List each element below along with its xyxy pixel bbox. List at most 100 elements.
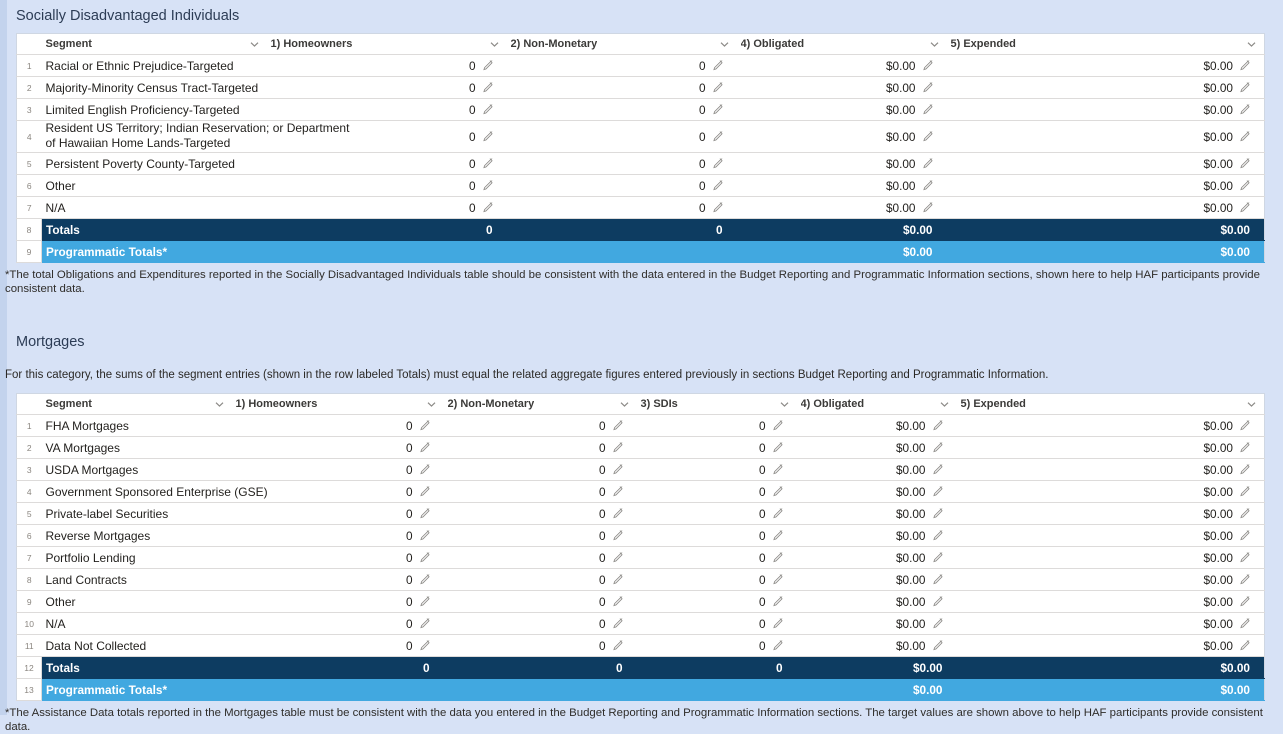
column-header-1-homeowners[interactable]: 1) Homeowners: [232, 394, 444, 415]
column-header-3-sdis[interactable]: 3) SDIs: [637, 394, 797, 415]
pencil-icon[interactable]: [1239, 508, 1250, 519]
pencil-icon[interactable]: [419, 552, 430, 563]
pencil-icon[interactable]: [772, 618, 783, 629]
cell-value: 0: [599, 507, 606, 521]
pencil-icon[interactable]: [712, 60, 723, 71]
pencil-icon[interactable]: [932, 442, 943, 453]
cell-value: $0.00: [896, 573, 926, 587]
pencil-icon[interactable]: [712, 180, 723, 191]
pencil-icon[interactable]: [482, 60, 493, 71]
pencil-icon[interactable]: [772, 574, 783, 585]
pencil-icon[interactable]: [1239, 82, 1250, 93]
pencil-icon[interactable]: [712, 202, 723, 213]
pencil-icon[interactable]: [712, 104, 723, 115]
pencil-icon[interactable]: [712, 131, 723, 142]
pencil-icon[interactable]: [772, 640, 783, 651]
pencil-icon[interactable]: [482, 104, 493, 115]
cell-value: 0: [406, 485, 413, 499]
pencil-icon[interactable]: [482, 202, 493, 213]
pencil-icon[interactable]: [1239, 464, 1250, 475]
pencil-icon[interactable]: [1239, 442, 1250, 453]
pencil-icon[interactable]: [772, 596, 783, 607]
pencil-icon[interactable]: [772, 464, 783, 475]
pencil-icon[interactable]: [932, 574, 943, 585]
pencil-icon[interactable]: [932, 618, 943, 629]
pencil-icon[interactable]: [612, 420, 623, 431]
column-header-1-homeowners[interactable]: 1) Homeowners: [267, 34, 507, 55]
pencil-icon[interactable]: [922, 202, 933, 213]
pencil-icon[interactable]: [1239, 202, 1250, 213]
column-header-4-obligated[interactable]: 4) Obligated: [737, 34, 947, 55]
pencil-icon[interactable]: [772, 552, 783, 563]
column-header-2-non-monetary[interactable]: 2) Non-Monetary: [507, 34, 737, 55]
column-header-5-expended[interactable]: 5) Expended: [957, 394, 1265, 415]
pencil-icon[interactable]: [772, 508, 783, 519]
pencil-icon[interactable]: [482, 82, 493, 93]
value-cell: 0: [637, 525, 797, 547]
pencil-icon[interactable]: [612, 464, 623, 475]
pencil-icon[interactable]: [932, 508, 943, 519]
pencil-icon[interactable]: [1239, 180, 1250, 191]
pencil-icon[interactable]: [922, 131, 933, 142]
pencil-icon[interactable]: [419, 618, 430, 629]
pencil-icon[interactable]: [932, 640, 943, 651]
value-cell: $0.00: [797, 459, 957, 481]
pencil-icon[interactable]: [1239, 530, 1250, 541]
pencil-icon[interactable]: [419, 464, 430, 475]
pencil-icon[interactable]: [922, 158, 933, 169]
pencil-icon[interactable]: [932, 464, 943, 475]
pencil-icon[interactable]: [482, 180, 493, 191]
pencil-icon[interactable]: [612, 442, 623, 453]
pencil-icon[interactable]: [712, 82, 723, 93]
pencil-icon[interactable]: [922, 82, 933, 93]
pencil-icon[interactable]: [932, 596, 943, 607]
pencil-icon[interactable]: [612, 486, 623, 497]
pencil-icon[interactable]: [932, 486, 943, 497]
pencil-icon[interactable]: [419, 486, 430, 497]
column-header-4-obligated[interactable]: 4) Obligated: [797, 394, 957, 415]
pencil-icon[interactable]: [419, 596, 430, 607]
pencil-icon[interactable]: [612, 508, 623, 519]
pencil-icon[interactable]: [932, 420, 943, 431]
pencil-icon[interactable]: [419, 508, 430, 519]
pencil-icon[interactable]: [1239, 552, 1250, 563]
pencil-icon[interactable]: [419, 640, 430, 651]
pencil-icon[interactable]: [1239, 104, 1250, 115]
pencil-icon[interactable]: [419, 420, 430, 431]
pencil-icon[interactable]: [612, 640, 623, 651]
pencil-icon[interactable]: [1239, 486, 1250, 497]
pencil-icon[interactable]: [612, 530, 623, 541]
pencil-icon[interactable]: [612, 552, 623, 563]
pencil-icon[interactable]: [712, 158, 723, 169]
pencil-icon[interactable]: [932, 530, 943, 541]
pencil-icon[interactable]: [482, 131, 493, 142]
pencil-icon[interactable]: [612, 596, 623, 607]
pencil-icon[interactable]: [922, 180, 933, 191]
pencil-icon[interactable]: [419, 442, 430, 453]
column-header-segment[interactable]: Segment: [42, 394, 232, 415]
pencil-icon[interactable]: [1239, 640, 1250, 651]
pencil-icon[interactable]: [419, 530, 430, 541]
pencil-icon[interactable]: [772, 486, 783, 497]
pencil-icon[interactable]: [1239, 420, 1250, 431]
column-header-2-non-monetary[interactable]: 2) Non-Monetary: [444, 394, 637, 415]
pencil-icon[interactable]: [1239, 131, 1250, 142]
pencil-icon[interactable]: [922, 60, 933, 71]
column-header-segment[interactable]: Segment: [42, 34, 267, 55]
pencil-icon[interactable]: [612, 574, 623, 585]
pencil-icon[interactable]: [922, 104, 933, 115]
pencil-icon[interactable]: [772, 420, 783, 431]
value-cell: $0.00: [797, 635, 957, 657]
pencil-icon[interactable]: [772, 442, 783, 453]
pencil-icon[interactable]: [482, 158, 493, 169]
pencil-icon[interactable]: [1239, 60, 1250, 71]
column-header-5-expended[interactable]: 5) Expended: [947, 34, 1265, 55]
pencil-icon[interactable]: [772, 530, 783, 541]
pencil-icon[interactable]: [1239, 574, 1250, 585]
pencil-icon[interactable]: [1239, 596, 1250, 607]
pencil-icon[interactable]: [1239, 158, 1250, 169]
pencil-icon[interactable]: [419, 574, 430, 585]
pencil-icon[interactable]: [932, 552, 943, 563]
pencil-icon[interactable]: [1239, 618, 1250, 629]
pencil-icon[interactable]: [612, 618, 623, 629]
